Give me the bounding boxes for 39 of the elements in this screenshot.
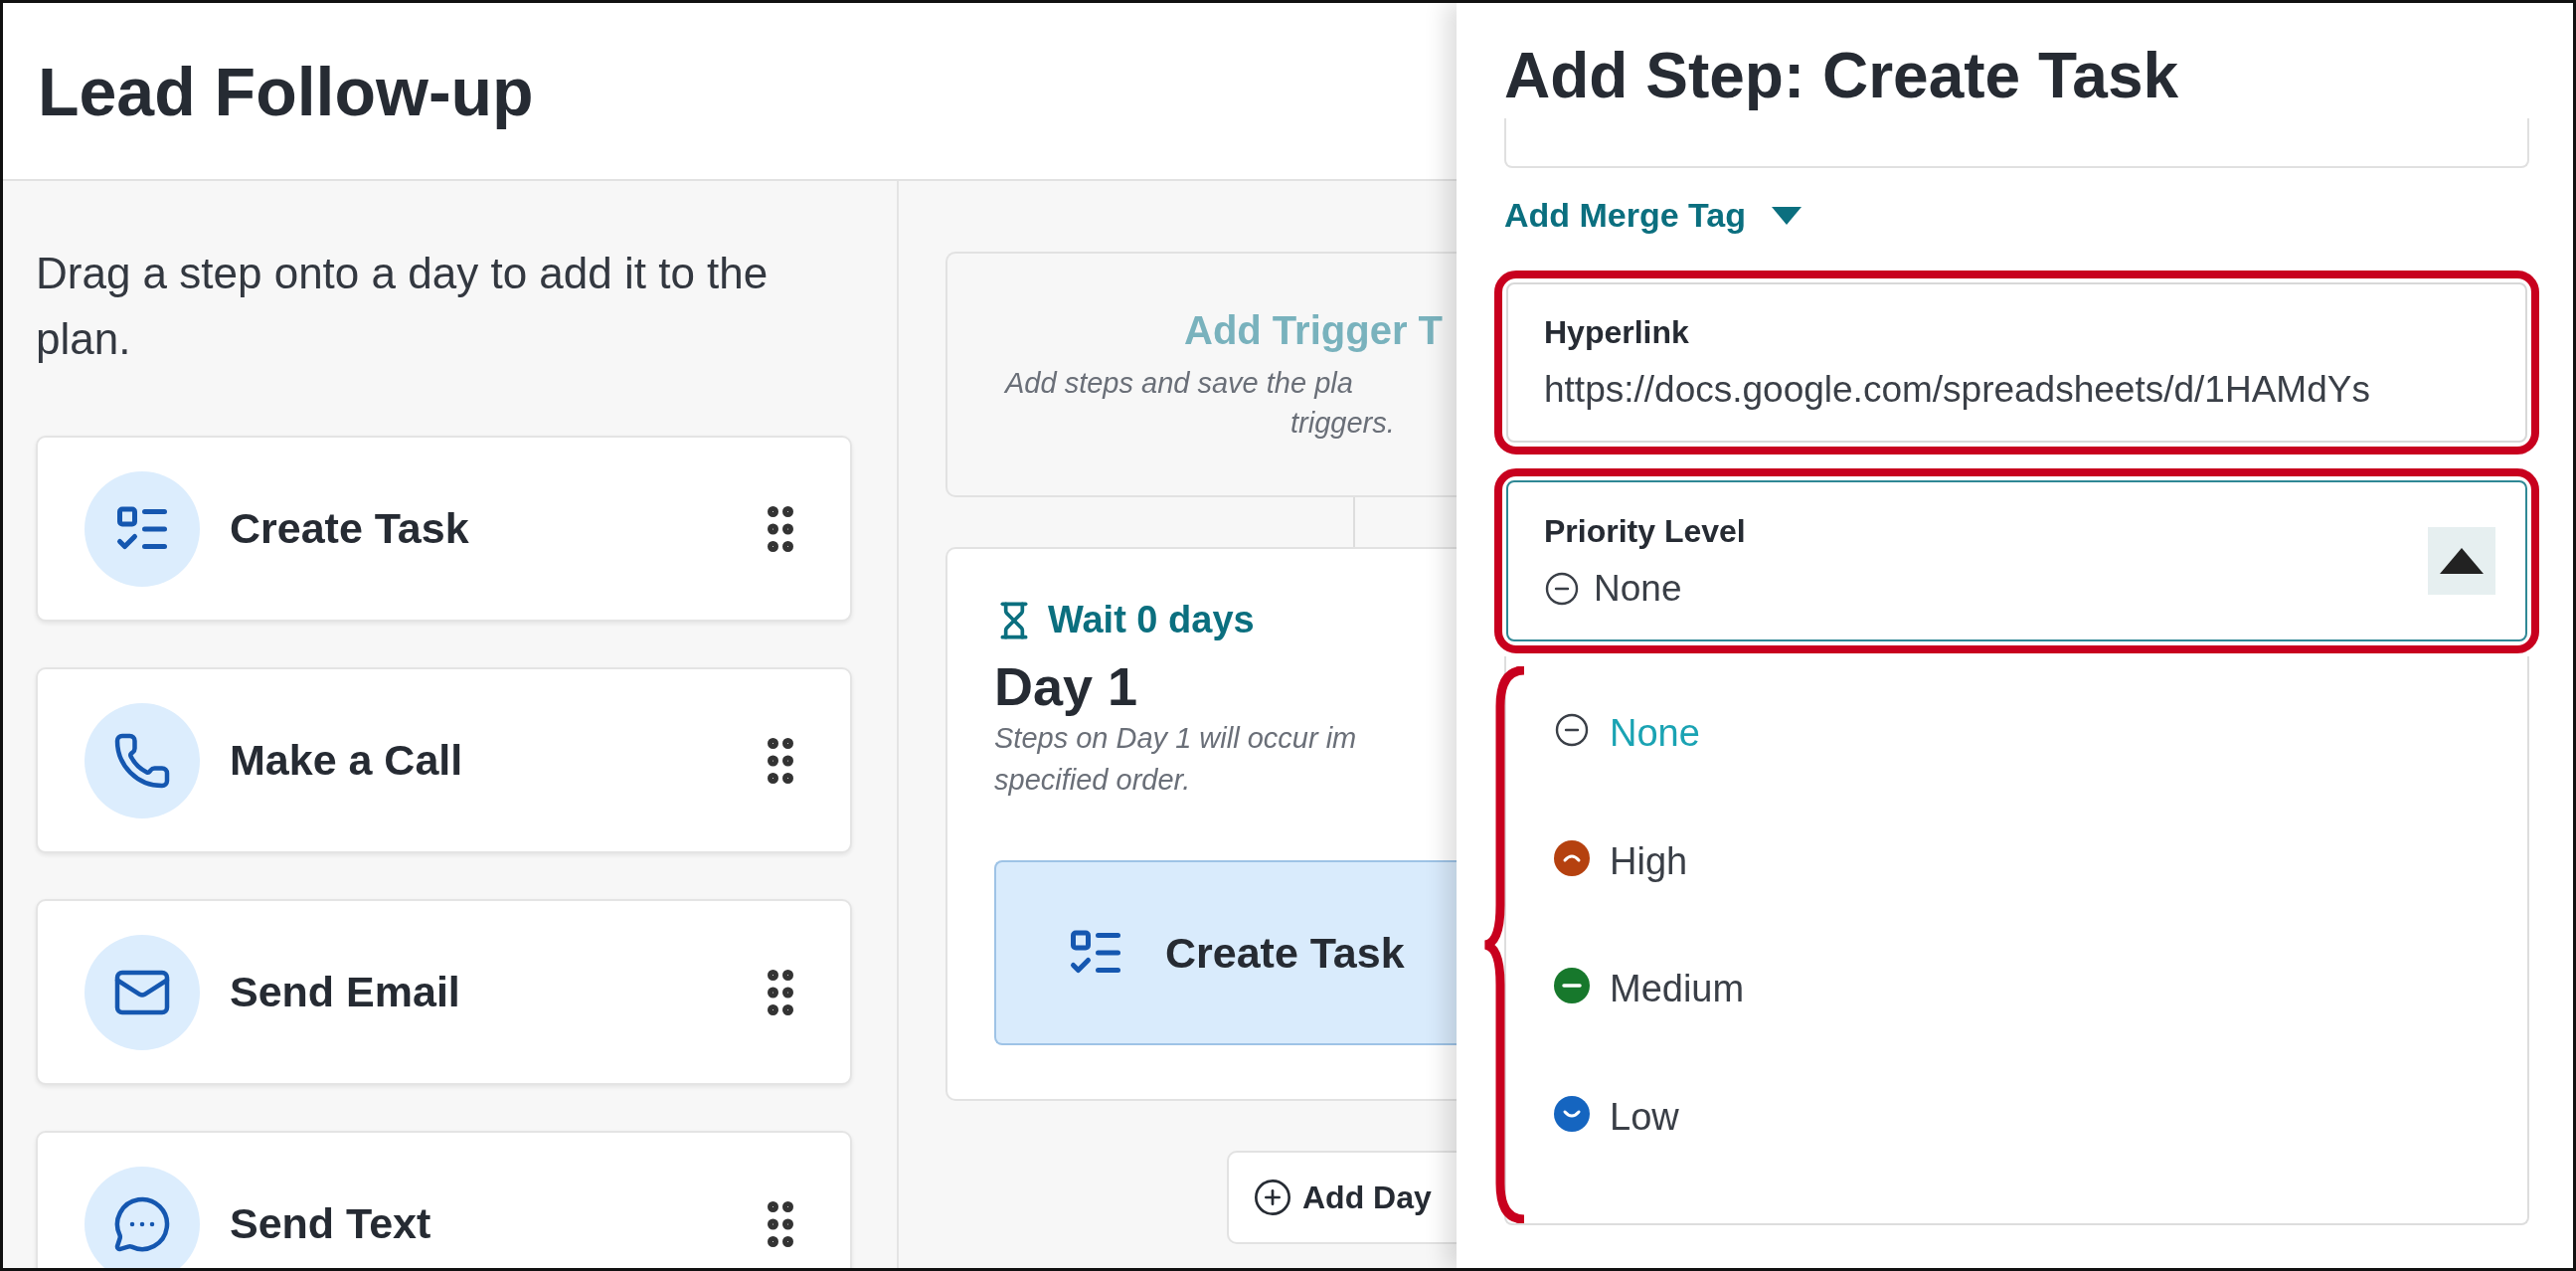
priority-select[interactable]: Priority Level None <box>1506 480 2527 641</box>
day-note: Steps on Day 1 will occur im <box>994 721 1358 756</box>
field-label: Hyperlink <box>1544 314 1690 351</box>
day-note: specified order. <box>994 763 1192 798</box>
drawer-title: Add Step: Create Task <box>1504 39 2180 113</box>
step-label: Make a Call <box>230 736 464 785</box>
page-title: Lead Follow-up <box>38 52 534 130</box>
medium-priority-icon <box>1554 968 1590 1003</box>
hyperlink-field[interactable]: Hyperlink https://docs.google.com/spreadsheets/d/1HAMdYs <box>1506 282 2527 443</box>
field-value: https://docs.google.com/spreadsheets/d/1HAMdYs <box>1544 369 2371 411</box>
trigger-note: Add steps and save the pla <box>1003 366 1354 401</box>
wait-label: Wait 0 days <box>994 599 1457 641</box>
high-priority-icon <box>1554 839 1590 876</box>
caret-icon <box>2440 548 2484 574</box>
plus-circle-icon <box>1253 1178 1292 1217</box>
step-label: Send Text <box>230 1199 432 1248</box>
minus-circle-icon <box>1554 712 1590 748</box>
dropdown-option[interactable]: Medium <box>1554 968 2527 1096</box>
merge-tag-dropdown[interactable]: Add Merge Tag <box>1504 196 1803 235</box>
dropdown-option[interactable]: High <box>1554 839 2527 968</box>
step-card[interactable]: Make a Call <box>36 667 852 853</box>
trigger-note: triggers. <box>1289 406 1396 441</box>
toggle-button[interactable] <box>2428 527 2495 595</box>
instruction-text: Drag a step onto a day to add it to the plan. <box>36 248 770 365</box>
add-day-button[interactable]: Add Day <box>1227 1151 1457 1244</box>
dropdown-option[interactable]: Low <box>1554 1095 2527 1223</box>
step-label: Create Task <box>1165 928 1405 978</box>
step-card[interactable]: Send Email <box>36 899 852 1085</box>
low-priority-icon <box>1554 1095 1590 1132</box>
step-label: Send Email <box>230 968 461 1016</box>
field-label: Priority Level <box>1544 512 1747 550</box>
field-value: None <box>1544 567 2408 610</box>
step-card[interactable]: Send Text <box>36 1131 852 1268</box>
day-step-card[interactable]: Create Task <box>994 860 1457 1045</box>
minus-circle-icon <box>1544 570 1580 607</box>
step-card[interactable]: Create Task <box>36 436 852 622</box>
caret-icon <box>1772 206 1803 225</box>
step-label: Create Task <box>230 504 470 553</box>
day-title: Day 1 <box>994 655 1139 717</box>
